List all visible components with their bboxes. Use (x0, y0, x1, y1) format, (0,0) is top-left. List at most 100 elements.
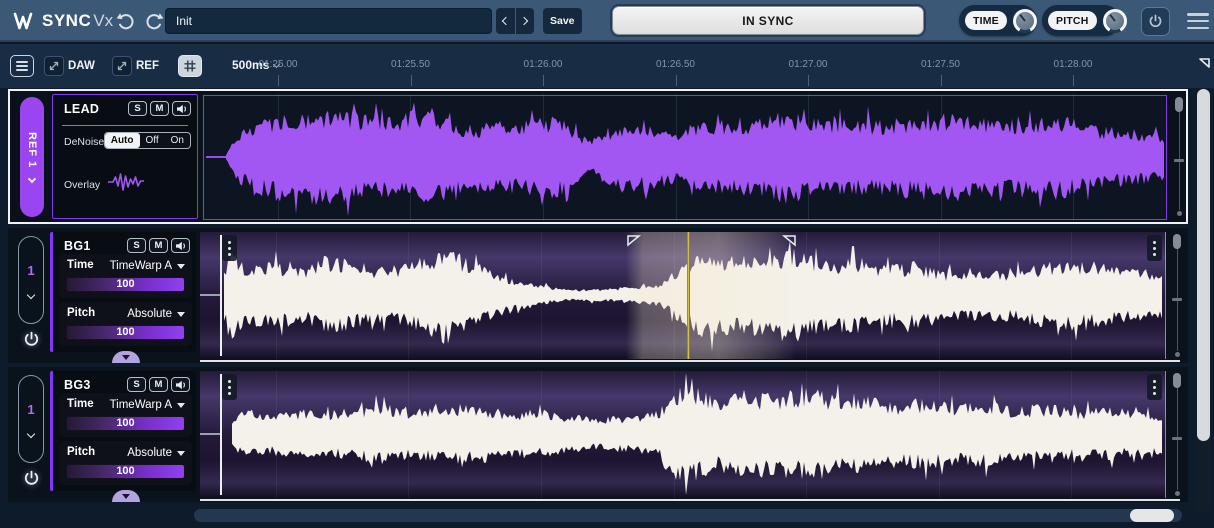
bg1-zoom-slider[interactable] (1170, 234, 1184, 357)
speaker-icon (175, 241, 187, 251)
bg3-rail-expander[interactable]: 1 (18, 375, 44, 463)
marker-flag-icon[interactable] (1195, 56, 1211, 72)
slider-center-mark (1172, 298, 1182, 301)
pitch-mode-dropdown[interactable]: Absolute (127, 308, 172, 320)
horizontal-scrollbar-thumb[interactable] (1130, 509, 1174, 522)
listen-button[interactable] (172, 101, 191, 116)
listen-button[interactable] (171, 377, 190, 392)
track-row-ref1: REF 1 LEAD S M DeNoise Auto Off On (8, 89, 1188, 224)
ruler-tick-mark (543, 75, 544, 86)
solo-button[interactable]: S (128, 101, 147, 116)
ruler-tick-label: 01:28.00 (1033, 59, 1113, 70)
clip-drag-handle[interactable] (222, 374, 237, 400)
track-name: LEAD (64, 102, 99, 116)
clip-drag-handle[interactable] (222, 235, 237, 261)
sync-to-daw-button[interactable]: DAW (44, 56, 95, 76)
track-list-button[interactable] (10, 55, 34, 77)
ruler-tick-label: 01:25.00 (238, 59, 318, 70)
swap-arrows-icon (44, 56, 64, 76)
pitch-toggle-button[interactable]: PITCH (1048, 11, 1097, 30)
pitch-amount-slider[interactable]: 100 (66, 464, 185, 479)
bg1-waveform (200, 232, 1166, 359)
dropdown-triangle-icon[interactable] (177, 451, 185, 456)
solo-button[interactable]: S (127, 238, 146, 253)
ruler-timeline[interactable]: DAW REF 500ms 01:25.0001:25.5001:26.0001… (0, 42, 1214, 88)
dropdown-triangle-icon[interactable] (177, 403, 185, 408)
pitch-amount-value: 100 (67, 465, 184, 478)
slider-thumb[interactable] (1175, 97, 1183, 112)
region-start-flag[interactable] (626, 234, 641, 247)
dropdown-triangle-icon[interactable] (177, 312, 185, 317)
pitch-module: Pitch Absolute 100 (59, 302, 192, 346)
pitch-knob[interactable] (1103, 9, 1127, 33)
time-amount-slider[interactable]: 100 (66, 277, 185, 292)
mute-button[interactable]: M (149, 238, 168, 253)
pitch-amount-slider[interactable]: 100 (66, 325, 185, 340)
time-amount-value: 100 (67, 278, 184, 291)
time-knob[interactable] (1013, 9, 1037, 33)
clip-drag-handle[interactable] (1147, 374, 1162, 400)
bg1-rail-expander[interactable]: 1 (18, 236, 44, 324)
ruler-tick-mark (278, 75, 279, 86)
bypass-power-button[interactable] (1141, 7, 1170, 36)
ref-label: REF (136, 60, 159, 72)
undo-icon[interactable] (116, 12, 138, 30)
clip-drag-handle[interactable] (1147, 235, 1162, 261)
track-buttons: S M (127, 238, 190, 253)
preset-name-input[interactable] (165, 8, 492, 34)
chevron-down-icon (122, 494, 130, 499)
vertical-scrollbar-thumb[interactable] (1197, 89, 1210, 441)
vertical-scrollbar[interactable] (1196, 89, 1211, 512)
time-toggle-button[interactable]: TIME (965, 11, 1007, 30)
ref1-zoom-slider[interactable] (1172, 97, 1186, 216)
bg3-header-panel: BG3 S M Time TimeWarp A 100 (50, 371, 196, 491)
time-mode-dropdown[interactable]: TimeWarp A (110, 399, 172, 411)
bg1-waveform-area[interactable] (200, 232, 1166, 359)
slider-center-mark (1172, 437, 1182, 440)
slider-end-dot (1175, 491, 1180, 496)
playhead-cursor[interactable] (687, 232, 690, 359)
bg3-expand-tab[interactable] (112, 490, 140, 502)
preset-next-button[interactable] (515, 8, 535, 34)
preset-prev-button[interactable] (496, 8, 515, 34)
time-control-group: TIME (959, 5, 1037, 36)
redo-icon[interactable] (142, 12, 164, 30)
preset-nav (496, 8, 534, 34)
slider-thumb[interactable] (1173, 234, 1181, 249)
slider-thumb[interactable] (1173, 373, 1181, 388)
time-amount-slider[interactable]: 100 (66, 416, 185, 431)
time-mode-dropdown[interactable]: TimeWarp A (110, 260, 172, 272)
listen-button[interactable] (171, 238, 190, 253)
mute-button[interactable]: M (149, 377, 168, 392)
save-button[interactable]: Save (543, 8, 582, 34)
grid-icon (183, 59, 197, 73)
sync-to-ref-button[interactable]: REF (112, 56, 159, 76)
sync-status-button[interactable]: IN SYNC (612, 6, 924, 35)
region-end-flag[interactable] (782, 234, 797, 247)
solo-button[interactable]: S (127, 377, 146, 392)
sync-status-label: IN SYNC (742, 14, 793, 28)
time-module: Time TimeWarp A 100 (59, 254, 192, 298)
dropdown-triangle-icon[interactable] (177, 264, 185, 269)
ref1-rail-expander[interactable]: REF 1 (20, 97, 44, 217)
bg1-power-toggle[interactable] (23, 331, 40, 348)
bg3-waveform-area[interactable] (200, 371, 1166, 498)
bg3-power-toggle[interactable] (23, 470, 40, 487)
horizontal-scrollbar[interactable] (194, 509, 1182, 522)
bg1-expand-tab[interactable] (112, 351, 140, 363)
denoise-option-auto[interactable]: Auto (105, 133, 140, 148)
denoise-option-off[interactable]: Off (140, 133, 165, 148)
slider-track (1177, 242, 1178, 351)
mute-button[interactable]: M (150, 101, 169, 116)
pitch-mode-dropdown[interactable]: Absolute (127, 447, 172, 459)
top-bar: SYNC Vx Save IN SYNC TIME PITCH (0, 0, 1214, 42)
denoise-option-on[interactable]: On (165, 133, 190, 148)
slider-track (1177, 381, 1178, 490)
ref1-waveform-area[interactable] (202, 94, 1168, 221)
grid-snap-button[interactable] (178, 55, 202, 77)
bg3-zoom-slider[interactable] (1170, 373, 1184, 496)
overlay-waveform-icon[interactable] (107, 172, 145, 197)
chevron-down-icon (27, 429, 35, 437)
power-icon (23, 470, 40, 487)
menu-hamburger-button[interactable] (1187, 13, 1209, 29)
